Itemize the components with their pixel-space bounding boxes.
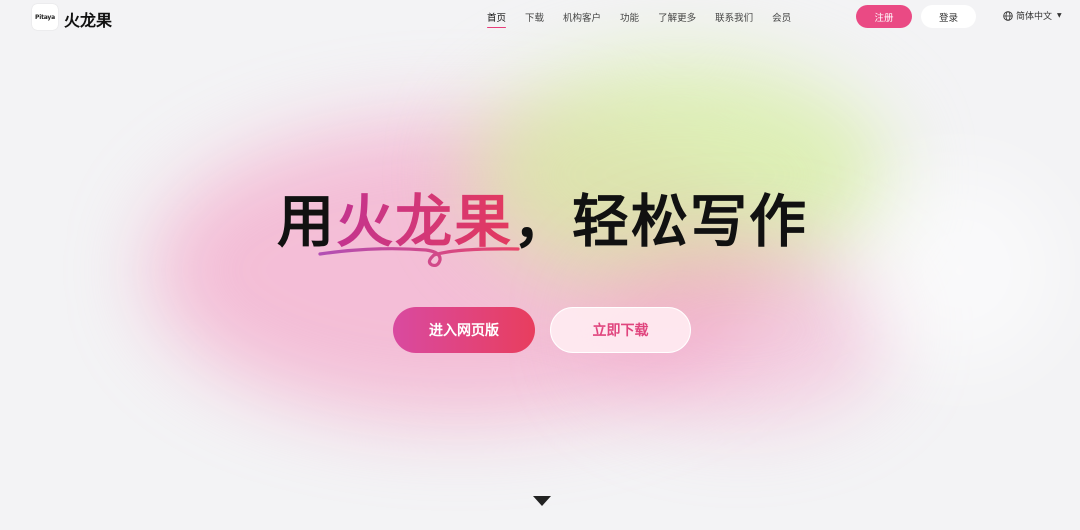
triangle-down-icon[interactable]	[533, 496, 551, 506]
top-navbar: Pitaya 火龙果 首页 下载 机构客户 功能 了解更多 联系我们 会员 注册…	[0, 0, 1080, 34]
hero-title-suffix: ，轻松写作	[513, 189, 808, 255]
login-button[interactable]: 登录	[921, 5, 976, 28]
register-button[interactable]: 注册	[856, 5, 912, 28]
nav-item-features[interactable]: 功能	[620, 10, 639, 24]
nav-item-membership[interactable]: 会员	[772, 10, 791, 24]
nav-item-home[interactable]: 首页	[487, 10, 507, 28]
nav-item-download[interactable]: 下载	[525, 10, 544, 24]
brand-name[interactable]: 火龙果	[64, 7, 112, 31]
hero-title: 用火龙果，轻松写作	[0, 176, 1080, 258]
language-selector[interactable]: 简体中文 ▼	[1003, 9, 1062, 22]
nav-menu: 首页 下载 机构客户 功能 了解更多 联系我们 会员	[487, 0, 810, 34]
logo-text: Pitaya	[35, 13, 55, 21]
caret-down-icon: ▼	[1057, 12, 1062, 19]
highlight-underline-swoosh	[318, 247, 520, 268]
page: Pitaya 火龙果 首页 下载 机构客户 功能 了解更多 联系我们 会员 注册…	[0, 0, 1080, 530]
logo[interactable]: Pitaya	[32, 4, 58, 30]
globe-icon	[1003, 10, 1013, 21]
open-web-version-button[interactable]: 进入网页版	[393, 307, 535, 353]
nav-item-learn-more[interactable]: 了解更多	[658, 10, 696, 24]
nav-item-enterprise[interactable]: 机构客户	[563, 10, 601, 24]
nav-item-contact[interactable]: 联系我们	[715, 10, 753, 24]
download-now-button[interactable]: 立即下载	[550, 307, 691, 353]
language-label: 简体中文	[1016, 12, 1053, 22]
